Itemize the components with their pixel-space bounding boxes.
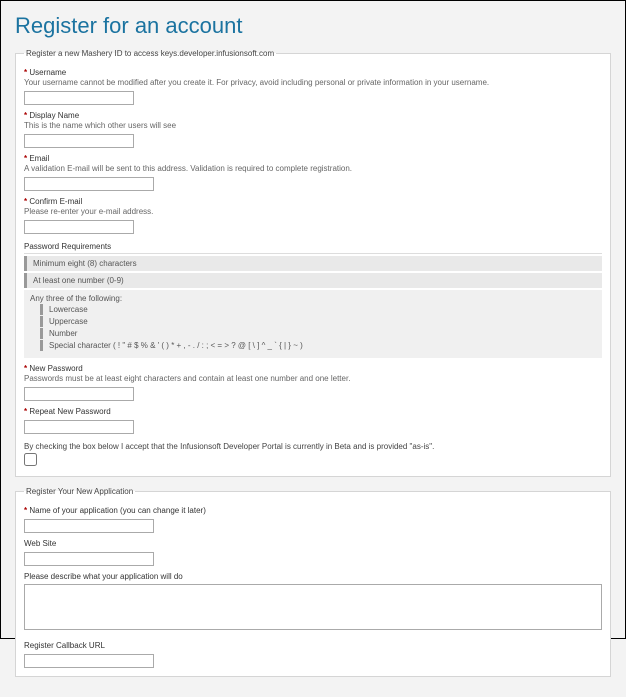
pw-rule-number: At least one number (0-9) <box>24 273 602 288</box>
username-hint: Your username cannot be modified after y… <box>24 78 602 87</box>
application-fieldset: Register Your New Application Name of yo… <box>15 487 611 677</box>
confirm-email-hint: Please re-enter your e-mail address. <box>24 207 602 216</box>
username-label: Username <box>24 68 602 77</box>
repeat-password-label: Repeat New Password <box>24 407 602 416</box>
mashery-id-legend: Register a new Mashery ID to access keys… <box>24 49 276 58</box>
pw-rule-lowercase: Lowercase <box>40 304 596 315</box>
new-password-input[interactable] <box>24 387 134 401</box>
pw-rule-number-sub: Number <box>40 328 596 339</box>
describe-textarea[interactable] <box>24 584 602 630</box>
app-name-input[interactable] <box>24 519 154 533</box>
website-input[interactable] <box>24 552 154 566</box>
accept-checkbox[interactable] <box>24 453 37 466</box>
app-name-label: Name of your application (you can change… <box>24 506 602 515</box>
pw-rule-any-three: Any three of the following: <box>30 294 596 303</box>
email-hint: A validation E-mail will be sent to this… <box>24 164 602 173</box>
pw-rule-special: Special character ( ! " # $ % & ' ( ) * … <box>40 340 596 351</box>
confirm-email-label: Confirm E-mail <box>24 197 602 206</box>
display-name-label: Display Name <box>24 111 602 120</box>
email-label: Email <box>24 154 602 163</box>
password-requirements-title: Password Requirements <box>24 242 602 254</box>
new-password-label: New Password <box>24 364 602 373</box>
repeat-password-input[interactable] <box>24 420 134 434</box>
website-label: Web Site <box>24 539 602 548</box>
display-name-hint: This is the name which other users will … <box>24 121 602 130</box>
pw-rule-uppercase: Uppercase <box>40 316 596 327</box>
page-title: Register for an account <box>15 13 611 39</box>
accept-text: By checking the box below I accept that … <box>24 442 602 451</box>
application-legend: Register Your New Application <box>24 487 135 496</box>
mashery-id-fieldset: Register a new Mashery ID to access keys… <box>15 49 611 477</box>
new-password-hint: Passwords must be at least eight charact… <box>24 374 602 383</box>
callback-input[interactable] <box>24 654 154 668</box>
callback-label: Register Callback URL <box>24 641 602 650</box>
display-name-input[interactable] <box>24 134 134 148</box>
confirm-email-input[interactable] <box>24 220 134 234</box>
pw-rule-min-chars: Minimum eight (8) characters <box>24 256 602 271</box>
username-input[interactable] <box>24 91 134 105</box>
describe-label: Please describe what your application wi… <box>24 572 602 581</box>
email-input[interactable] <box>24 177 154 191</box>
